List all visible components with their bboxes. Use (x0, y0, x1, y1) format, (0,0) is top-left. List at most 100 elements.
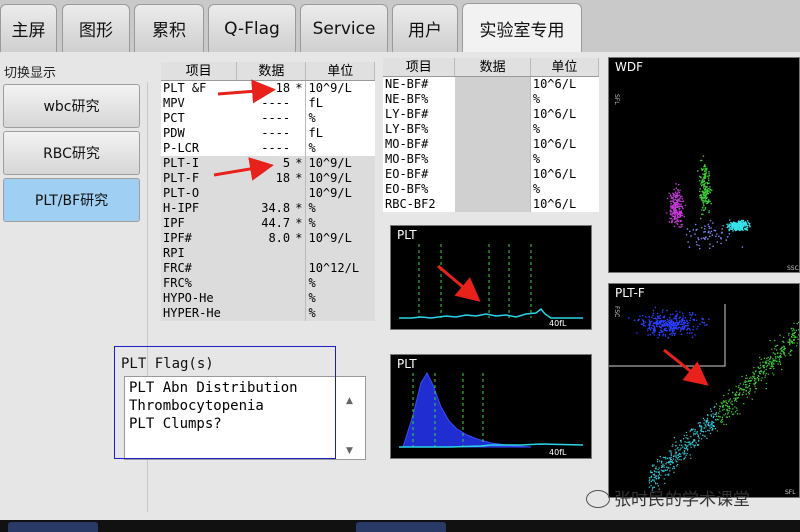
param-flag: * (292, 156, 306, 171)
bf-param-name: RBC-BF2 (383, 197, 455, 212)
bf-param-unit: 10^6/L (529, 197, 599, 212)
table-row: PLT &F 18 * 10^9/L (161, 80, 375, 96)
param-value (236, 276, 293, 291)
tab-qflag[interactable]: Q-Flag (208, 4, 296, 52)
param-flag: * (292, 231, 306, 246)
param-flag (292, 276, 306, 291)
wdf-scatter-svg: SFL SSC (613, 94, 799, 272)
table-row: EO-BF# 10^6/L (383, 167, 599, 182)
bf-param-value (454, 107, 531, 122)
param-unit: % (305, 216, 375, 231)
bf-param-name: LY-BF% (383, 122, 455, 137)
param-unit: 10^9/L (305, 156, 375, 171)
table-row: NE-BF%% (383, 92, 599, 107)
tab-graphics[interactable]: 图形 (62, 4, 130, 52)
plt-histogram-1-svg: 40fL (399, 244, 583, 328)
param-unit: % (305, 306, 375, 321)
table-row: LY-BF# 10^6/L (383, 107, 599, 122)
bf-param-unit: % (529, 92, 599, 107)
param-flag (292, 306, 306, 321)
pltf-scatter-svg: FSC SFL (609, 304, 799, 497)
param-name: FRC% (161, 276, 237, 291)
param-value (236, 291, 293, 306)
param-value (236, 186, 293, 201)
plt-histogram-2-svg: 40fL (399, 371, 584, 457)
param-value: ---- (236, 96, 293, 111)
bf-param-unit: 10^6/L (529, 76, 599, 92)
tab-cumulative[interactable]: 累积 (134, 4, 204, 52)
table-row: MO-BF# 10^6/L (383, 137, 599, 152)
param-unit: 10^12/L (305, 261, 375, 276)
plt-histogram-1: PLT 40fL (390, 225, 592, 330)
tab-service[interactable]: Service (300, 4, 388, 52)
table-row: FRC# 10^12/L (161, 261, 375, 276)
bf-param-name: NE-BF# (383, 76, 455, 92)
wdf-y-label: SFL (613, 94, 620, 105)
bf-param-value (454, 92, 531, 107)
param-unit: % (305, 276, 375, 291)
table-row: IPF 44.7 *% (161, 216, 375, 231)
param-unit: 10^9/L (305, 186, 375, 201)
table-row: PLT-I 5 * 10^9/L (161, 156, 375, 171)
param-name: MPV (161, 96, 237, 111)
bottom-tab-1[interactable] (8, 522, 98, 532)
param-flag (292, 246, 306, 261)
wechat-icon (586, 490, 610, 508)
param-flag: * (292, 80, 306, 96)
bf-param-value (454, 152, 531, 167)
scroll-down-arrow-icon[interactable]: ▼ (346, 446, 353, 456)
table-row: PLT-F 18 * 10^9/L (161, 171, 375, 186)
param-value: 34.8 (236, 201, 293, 216)
table-row: PLT-O 10^9/L (161, 186, 375, 201)
bf-param-value (454, 137, 531, 152)
bottom-tab-2[interactable] (356, 522, 446, 532)
param-value: ---- (236, 141, 293, 156)
table-row: PCT ----% (161, 111, 375, 126)
scroll-up-arrow-icon[interactable]: ▲ (346, 396, 353, 406)
param-value: 18 (236, 171, 293, 186)
plt-bf-research-button[interactable]: PLT/BF研究 (3, 178, 140, 222)
param-name: IPF (161, 216, 237, 231)
param-value: 5 (236, 156, 293, 171)
tab-user[interactable]: 用户 (392, 4, 458, 52)
param-name: HYPER-He (161, 306, 237, 321)
param-flag (292, 291, 306, 306)
param-unit: fL (305, 126, 375, 141)
bf-col-header-item: 项目 (383, 58, 456, 77)
param-unit: 10^9/L (305, 171, 375, 186)
tab-lab-only[interactable]: 实验室专用 (462, 3, 582, 53)
param-flag (292, 96, 306, 111)
param-unit (305, 246, 375, 261)
table-row: LY-BF%% (383, 122, 599, 137)
table-row: FRC%% (161, 276, 375, 291)
param-name: FRC# (161, 261, 237, 276)
param-value: ---- (236, 126, 293, 141)
rbc-research-button[interactable]: RBC研究 (3, 131, 140, 175)
table-row: PDW ---- fL (161, 126, 375, 141)
param-flag (292, 261, 306, 276)
bf-parameter-table: 项目 数据 单位 NE-BF# 10^6/L NE-BF%% LY-BF# 10^6/L… (383, 58, 600, 212)
param-value: ---- (236, 111, 293, 126)
bf-param-name: NE-BF% (383, 92, 455, 107)
bf-col-header-data: 数据 (454, 58, 531, 77)
param-flag: * (292, 201, 306, 216)
watermark-text: 张时民的学术课堂 (614, 490, 750, 510)
bf-param-unit: % (529, 182, 599, 197)
col-header-data: 数据 (236, 62, 307, 81)
param-unit: fL (305, 96, 375, 111)
param-value: 8.0 (236, 231, 293, 246)
param-name: IPF# (161, 231, 237, 246)
table-row: NE-BF# 10^6/L (383, 76, 599, 92)
table-row: HYPER-He% (161, 306, 375, 321)
param-value: 44.7 (236, 216, 293, 231)
pltf-scattergram: PLT-F FSC SFL (608, 283, 800, 498)
param-value: 18 (236, 80, 293, 96)
plt-histogram-2-axis-label: 40fL (549, 448, 567, 457)
tab-main[interactable]: 主屏 (0, 4, 57, 52)
param-name: PLT &F (161, 80, 237, 96)
param-name: PLT-F (161, 171, 237, 186)
pltf-gate-line (609, 304, 726, 367)
wbc-research-button[interactable]: wbc研究 (3, 84, 140, 128)
param-name: H-IPF (161, 201, 237, 216)
param-flag (292, 141, 306, 156)
